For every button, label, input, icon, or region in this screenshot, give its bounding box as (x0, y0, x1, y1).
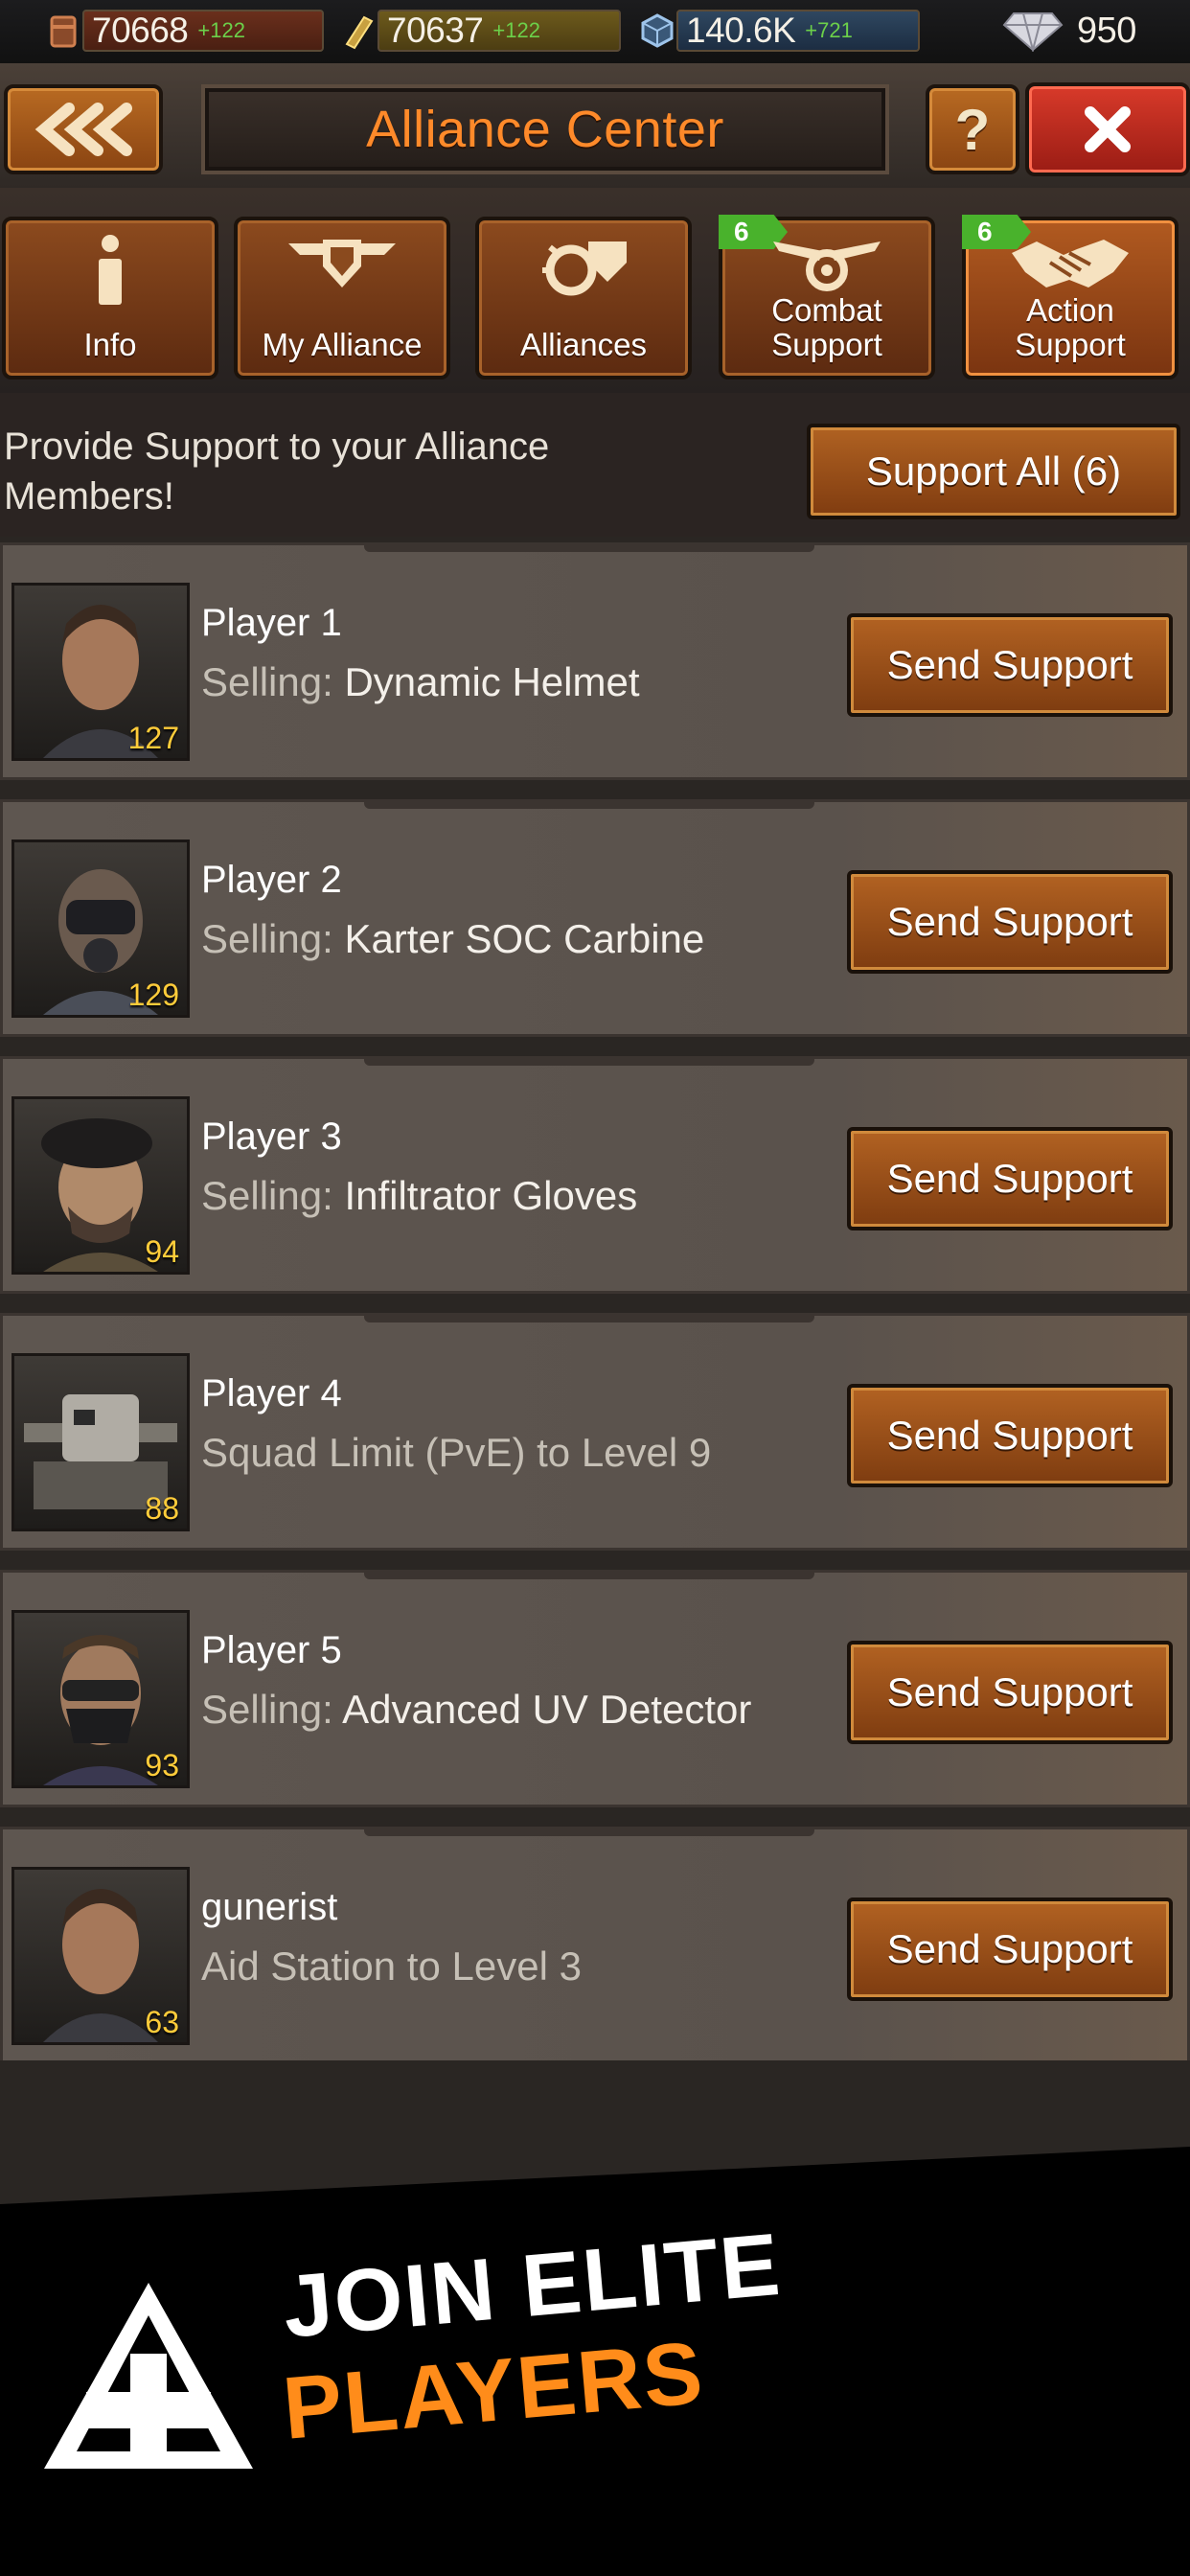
steel-resource[interactable]: 140.6K +721 (638, 8, 920, 54)
ammo-resource[interactable]: 70668 +122 (44, 8, 324, 54)
tab-info-label: Info (83, 327, 137, 362)
triple-chevron-left-icon (34, 103, 132, 156)
avatar: 94 (11, 1096, 190, 1275)
combat-support-icon (773, 242, 881, 291)
request-detail: Selling: Karter SOC Carbine (201, 916, 704, 962)
request-detail: Aid Station to Level 3 (201, 1944, 582, 1990)
page-title: Alliance Center (366, 101, 724, 158)
player-level: 93 (145, 1748, 179, 1782)
player-level: 129 (127, 978, 179, 1012)
selling-label: Selling: (201, 1687, 333, 1732)
request-item: Aid Station to Level 3 (201, 1944, 582, 1989)
list-item: 129 Player 2 Selling: Karter SOC Carbine… (0, 799, 1190, 1037)
request-item: Infiltrator Gloves (344, 1173, 638, 1218)
gems-resource[interactable]: 950 (998, 8, 1136, 54)
ammo-value: 70668 (92, 11, 189, 50)
selling-label: Selling: (201, 1173, 333, 1218)
list-item: 94 Player 3 Selling: Infiltrator Gloves … (0, 1056, 1190, 1294)
send-support-button[interactable]: Send Support (847, 613, 1173, 717)
request-item: Karter SOC Carbine (344, 916, 705, 961)
question-icon: ? (954, 97, 991, 162)
tab-bar: Info My Alliance Alliances 6 Combat Supp… (0, 188, 1190, 573)
support-all-button[interactable]: Support All (6) (807, 424, 1180, 519)
request-item: Dynamic Helmet (344, 659, 640, 704)
request-detail: Selling: Dynamic Helmet (201, 659, 640, 705)
list-item: 127 Player 1 Selling: Dynamic Helmet Sen… (0, 542, 1190, 780)
steel-cube-icon (638, 10, 676, 52)
tab-action-support[interactable]: 6 Action Support (962, 215, 1179, 380)
title-plate: Alliance Center (201, 84, 889, 174)
player-name: gunerist (201, 1886, 338, 1928)
list-item: 93 Player 5 Selling: Advanced UV Detecto… (0, 1570, 1190, 1807)
player-name: Player 1 (201, 602, 342, 644)
gold-delta: +122 (492, 18, 540, 42)
gold-resource[interactable]: 70637 +122 (339, 8, 621, 54)
avatar: 93 (11, 1610, 190, 1788)
request-detail: Selling: Advanced UV Detector (201, 1687, 751, 1733)
send-support-button[interactable]: Send Support (847, 870, 1173, 974)
player-name: Player 3 (201, 1116, 342, 1158)
support-instructions: Provide Support to your Alliance Members… (4, 426, 550, 518)
player-level: 88 (145, 1491, 179, 1526)
support-header: Provide Support to your Alliance Members… (0, 393, 1190, 537)
avatar: 127 (11, 583, 190, 761)
player-name: Player 2 (201, 859, 342, 901)
avatar: 88 (11, 1353, 190, 1531)
info-icon (99, 235, 122, 305)
list-item: 63 gunerist Aid Station to Level 3 Send … (0, 1827, 1190, 2064)
tab-combat-support-label: Combat Support (771, 292, 882, 362)
game-logo-icon (44, 2283, 253, 2469)
ammo-icon (44, 10, 82, 52)
player-level: 127 (127, 721, 179, 755)
selling-label: Selling: (201, 916, 333, 961)
avatar: 129 (11, 840, 190, 1018)
tab-combat-support[interactable]: 6 Combat Support (719, 215, 935, 380)
request-detail: Selling: Infiltrator Gloves (201, 1173, 637, 1219)
send-support-button[interactable]: Send Support (847, 1898, 1173, 2001)
player-name: Player 4 (201, 1372, 342, 1414)
diamond-icon (998, 10, 1067, 52)
alliances-icon (542, 242, 627, 296)
gold-icon (339, 10, 378, 52)
request-item: Squad Limit (PvE) to Level 9 (201, 1430, 712, 1475)
tab-my-alliance-label: My Alliance (262, 327, 423, 362)
tab-alliances[interactable]: Alliances (475, 217, 692, 380)
request-item: Advanced UV Detector (342, 1687, 752, 1732)
help-button[interactable]: ? (926, 84, 1019, 174)
player-level: 94 (145, 1234, 179, 1269)
send-support-button[interactable]: Send Support (847, 1641, 1173, 1744)
avatar: 63 (11, 1867, 190, 2045)
player-name: Player 5 (201, 1629, 342, 1671)
request-detail: Squad Limit (PvE) to Level 9 (201, 1430, 711, 1476)
resource-bar: 70668 +122 70637 +122 140.6K +721 950 (0, 0, 1190, 65)
gold-value: 70637 (387, 11, 484, 50)
title-bar: Alliance Center ? (0, 63, 1190, 188)
selling-label: Selling: (201, 659, 333, 704)
close-button[interactable] (1025, 82, 1190, 176)
back-button[interactable] (4, 84, 163, 174)
tab-alliances-label: Alliances (519, 327, 648, 362)
tab-action-support-label: Action Support (1015, 292, 1126, 362)
steel-value: 140.6K (686, 11, 796, 50)
list-item: 88 Player 4 Squad Limit (PvE) to Level 9… (0, 1313, 1190, 1551)
handshake-icon (1012, 240, 1129, 288)
gems-value: 950 (1077, 10, 1136, 51)
ammo-delta: +122 (197, 18, 245, 42)
send-support-button[interactable]: Send Support (847, 1127, 1173, 1230)
alliance-emblem-icon (288, 240, 396, 288)
close-icon (1085, 106, 1131, 152)
send-support-button[interactable]: Send Support (847, 1384, 1173, 1487)
steel-delta: +721 (805, 18, 853, 42)
tab-my-alliance[interactable]: My Alliance (234, 217, 450, 380)
tab-info[interactable]: Info (2, 217, 218, 380)
player-level: 63 (145, 2005, 179, 2039)
